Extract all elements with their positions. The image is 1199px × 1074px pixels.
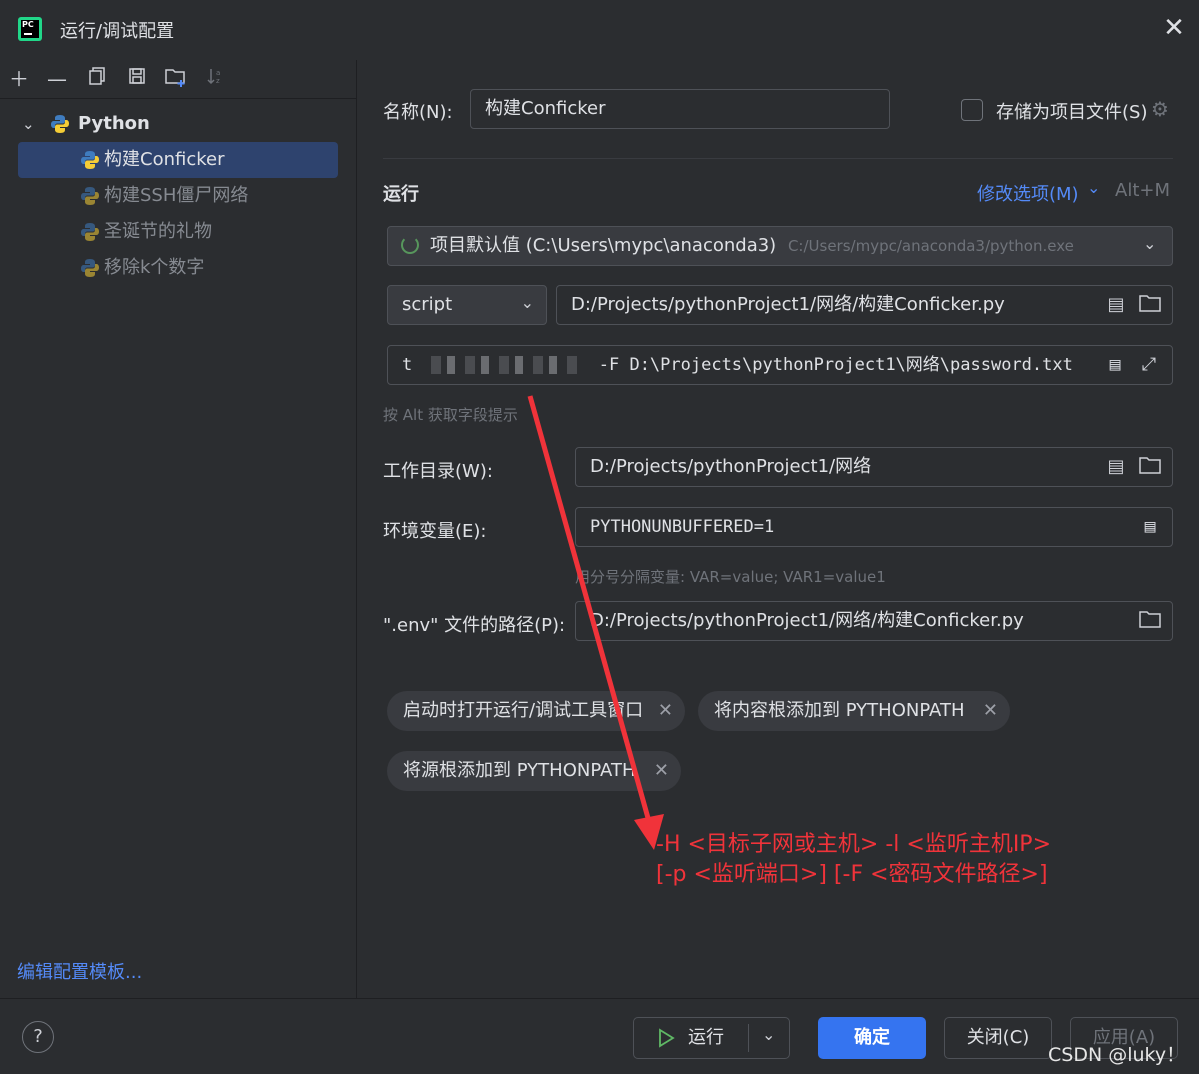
watermark: CSDN @luky！ <box>1048 1044 1186 1066</box>
divider <box>748 1024 749 1052</box>
chevron-down-icon[interactable]: ⌄ <box>762 1015 775 1055</box>
run-button[interactable]: 运行 ⌄ <box>633 1017 790 1059</box>
annotation-line-2: [-p <监听端口>] [-F <密码文件路径>] <box>656 862 1048 887</box>
help-button[interactable]: ? <box>22 1021 54 1053</box>
run-button-label: 运行 <box>688 1027 724 1048</box>
run-icon <box>659 1028 675 1048</box>
ok-button[interactable]: 确定 <box>818 1017 926 1059</box>
bottom-bar: ? 运行 ⌄ 确定 关闭(C) 应用(A) <box>0 998 1199 1074</box>
annotation-arrow <box>527 395 664 850</box>
annotation-line-1: -H <目标子网或主机> -l <监听主机IP> <box>656 832 1052 857</box>
close-button[interactable]: 关闭(C) <box>944 1017 1052 1059</box>
